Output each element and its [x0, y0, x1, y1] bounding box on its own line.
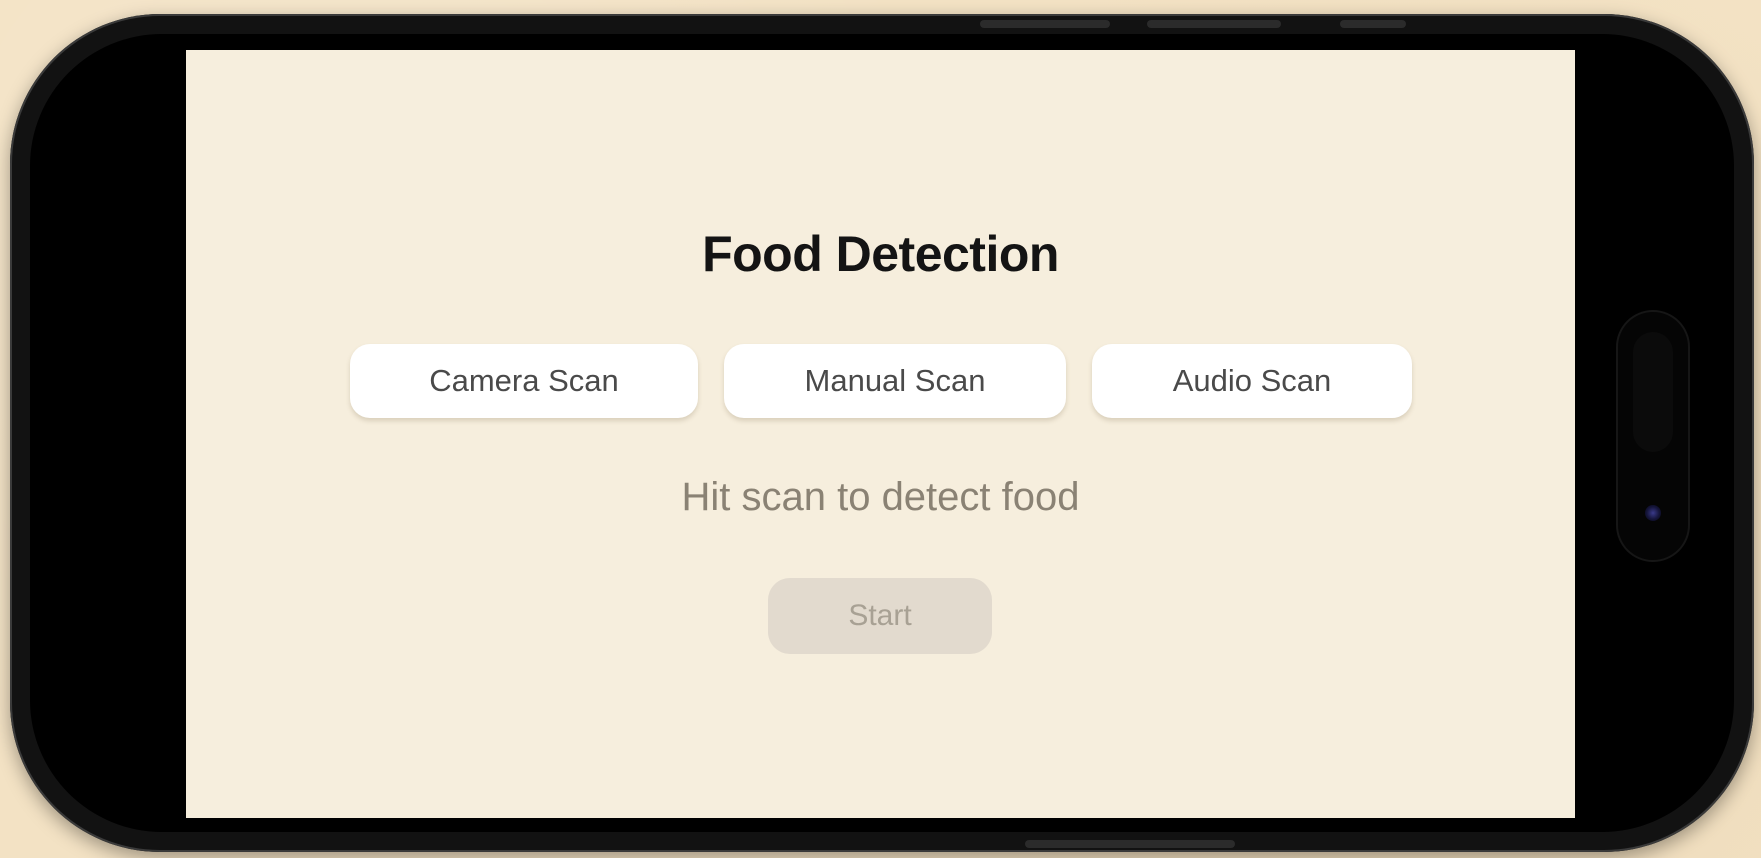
- start-button[interactable]: Start: [768, 578, 992, 654]
- camera-scan-button[interactable]: Camera Scan: [350, 344, 698, 418]
- volume-up-button: [980, 20, 1110, 28]
- scan-mode-selector: Camera Scan Manual Scan Audio Scan: [186, 344, 1575, 418]
- action-button: [1340, 20, 1406, 28]
- front-camera-icon: [1645, 505, 1661, 521]
- app-screen: Food Detection Camera Scan Manual Scan A…: [186, 50, 1575, 818]
- face-id-sensor: [1633, 332, 1673, 452]
- status-message: Hit scan to detect food: [681, 475, 1080, 519]
- manual-scan-button[interactable]: Manual Scan: [724, 344, 1066, 418]
- page-title: Food Detection: [702, 226, 1059, 282]
- volume-down-button: [1147, 20, 1281, 28]
- power-button: [1025, 840, 1235, 848]
- audio-scan-button[interactable]: Audio Scan: [1092, 344, 1412, 418]
